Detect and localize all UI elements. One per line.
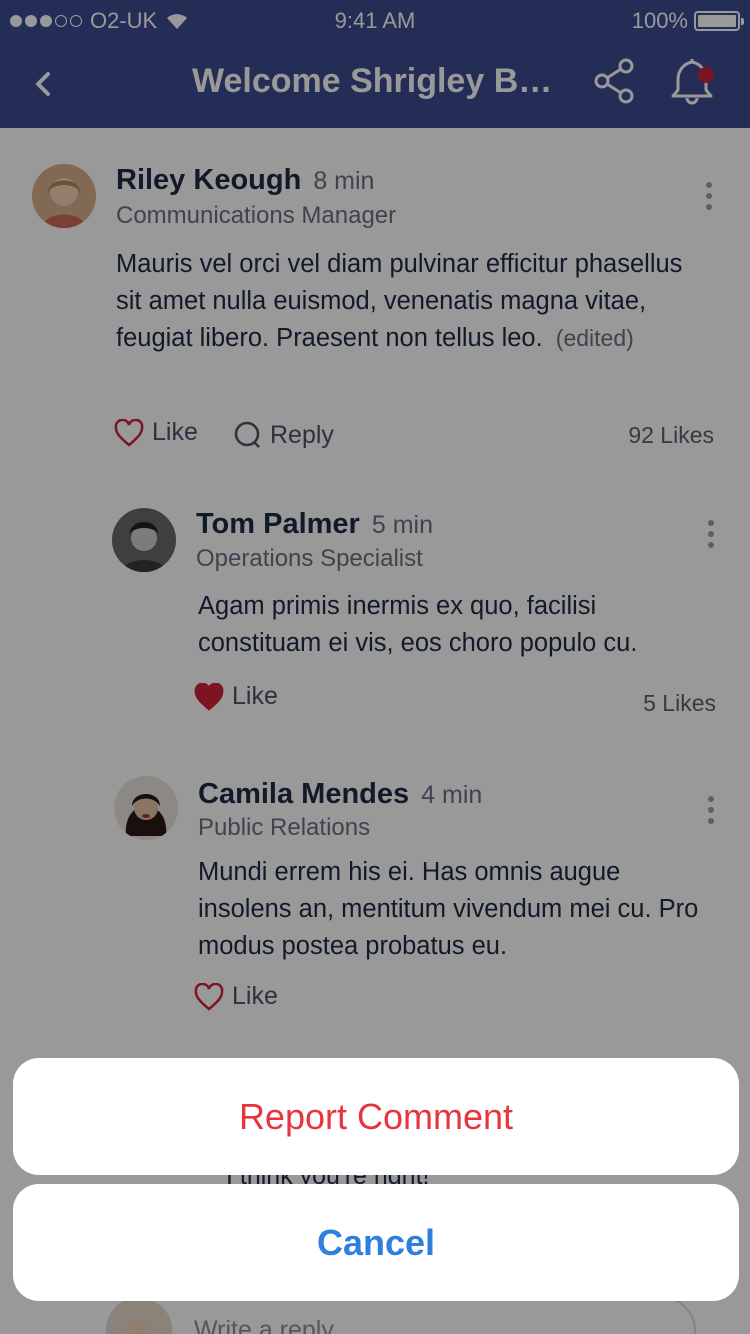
cancel-button[interactable]: Cancel <box>13 1184 739 1301</box>
report-comment-button[interactable]: Report Comment <box>13 1058 739 1175</box>
